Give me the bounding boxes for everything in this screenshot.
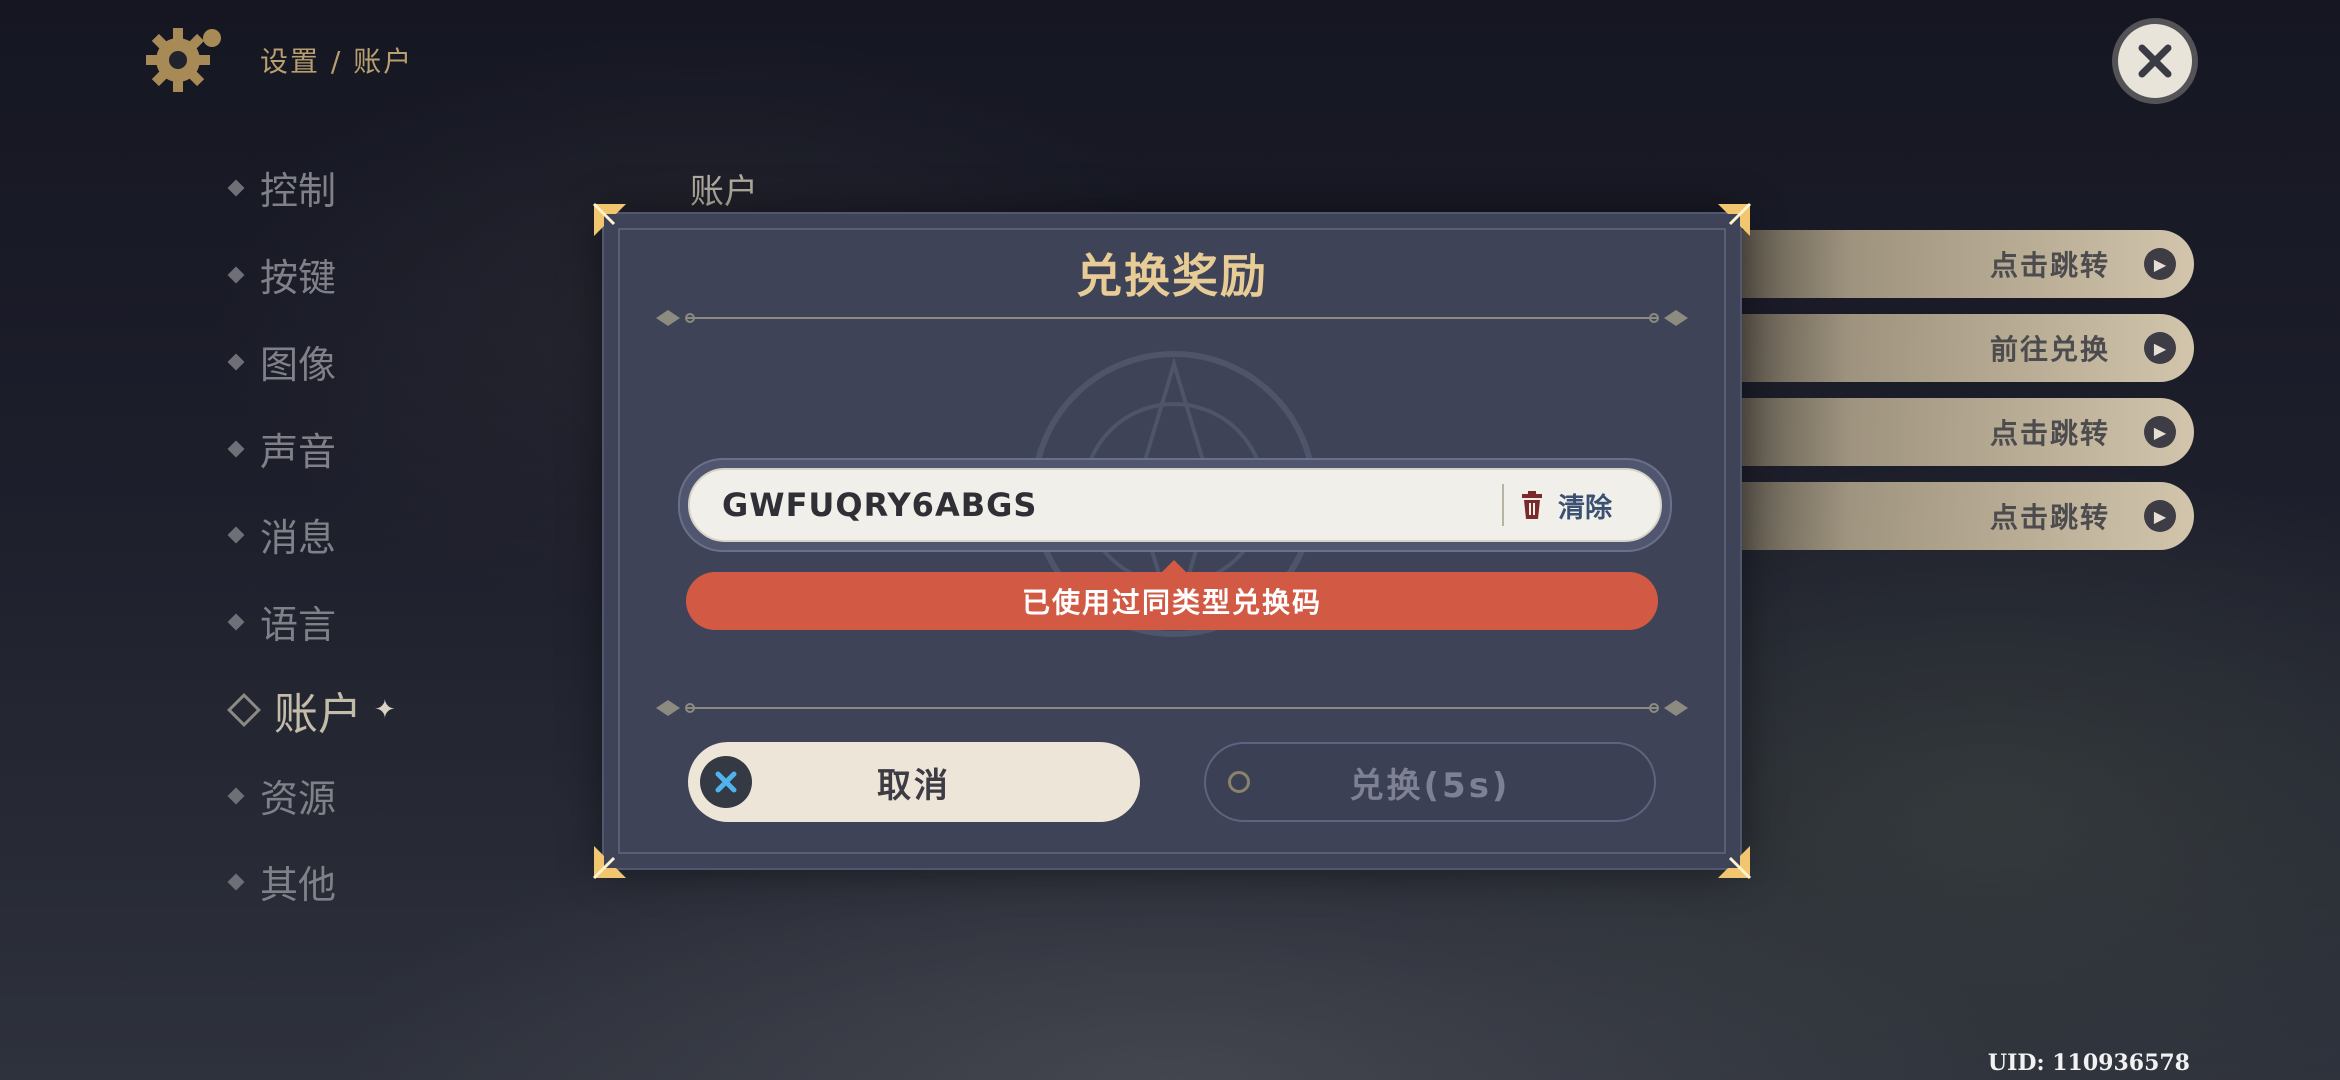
uid-label: UID: 110936578 xyxy=(1987,1050,2190,1076)
arrow-right-icon: ▶ xyxy=(2144,416,2176,448)
code-input-frame: GWFUQRY6ABGS 清除 xyxy=(678,458,1672,552)
sidebar-item-label: 其他 xyxy=(260,863,337,907)
link-button[interactable]: 点击跳转 ▶ xyxy=(1700,398,2194,466)
redeem-code-input[interactable]: GWFUQRY6ABGS 清除 xyxy=(688,468,1662,542)
link-button-label: 点击跳转 xyxy=(1990,501,2111,534)
dialog-title: 兑换奖励 xyxy=(1076,249,1268,303)
redeem-code-value: GWFUQRY6ABGS xyxy=(722,486,1038,524)
corner-ornament-icon xyxy=(1718,846,1752,880)
bullet-icon xyxy=(227,266,245,283)
breadcrumb: 设置 / 账户 xyxy=(260,45,414,78)
redeem-button[interactable]: 兑换(5s) xyxy=(1204,742,1656,822)
sidebar-item-label: 语言 xyxy=(260,603,337,647)
sidebar-item-graphics[interactable]: 图像 xyxy=(227,334,337,389)
cancel-button[interactable]: 取消 xyxy=(688,742,1140,822)
sidebar-item-other[interactable]: 其他 xyxy=(227,854,337,909)
redeem-dialog: 兑换奖励 GWFUQRY6ABGS 清除 已使用过同类型兑换码 取消 兑换(5s… xyxy=(592,202,1752,880)
sidebar-item-resources[interactable]: 资源 xyxy=(227,768,337,823)
sidebar-item-keybinds[interactable]: 按键 xyxy=(227,247,337,302)
redeem-label: 兑换(5s) xyxy=(1349,765,1511,806)
sidebar-item-label: 资源 xyxy=(260,777,337,821)
sidebar-item-label: 控制 xyxy=(260,169,337,213)
trash-icon xyxy=(1522,491,1542,519)
bullet-icon xyxy=(227,179,245,196)
bullet-icon xyxy=(227,353,245,370)
link-button-label: 点击跳转 xyxy=(1990,417,2111,450)
gear-icon[interactable] xyxy=(140,20,230,100)
sidebar-item-language[interactable]: 语言 xyxy=(227,594,337,649)
bullet-icon xyxy=(227,440,245,457)
sidebar-item-control[interactable]: 控制 xyxy=(227,160,337,215)
divider xyxy=(656,700,1688,716)
bullet-icon xyxy=(227,787,245,804)
corner-ornament-icon xyxy=(592,846,626,880)
bullet-icon xyxy=(227,613,245,630)
link-button[interactable]: 点击跳转 ▶ xyxy=(1700,482,2194,550)
link-button-label: 前往兑换 xyxy=(1990,333,2111,366)
bullet-icon xyxy=(227,526,245,543)
sidebar-item-label: 声音 xyxy=(260,430,337,474)
content-title: 账户 xyxy=(690,172,758,212)
close-button[interactable] xyxy=(2118,24,2192,98)
sparkle-icon: ✦ xyxy=(374,695,396,725)
sidebar-item-audio[interactable]: 声音 xyxy=(227,421,337,476)
cancel-x-icon xyxy=(700,756,752,808)
arrow-right-icon: ▶ xyxy=(2144,332,2176,364)
circle-icon xyxy=(1228,771,1250,793)
sidebar-item-label: 图像 xyxy=(260,343,337,387)
arrow-right-icon: ▶ xyxy=(2144,500,2176,532)
bullet-icon xyxy=(227,693,261,727)
link-button[interactable]: 点击跳转 ▶ xyxy=(1700,230,2194,298)
sidebar-item-label: 账户 xyxy=(274,689,362,740)
sidebar-item-account[interactable]: 账户 ✦ xyxy=(227,678,396,742)
clear-label: 清除 xyxy=(1558,492,1612,524)
sidebar-item-label: 消息 xyxy=(260,516,337,560)
corner-ornament-icon xyxy=(592,202,626,236)
input-separator xyxy=(1502,484,1504,526)
clear-button[interactable]: 清除 xyxy=(1520,470,1612,540)
bullet-icon xyxy=(227,873,245,890)
header: 设置 / 账户 xyxy=(140,20,413,100)
cancel-label: 取消 xyxy=(877,765,951,806)
link-button-label: 点击跳转 xyxy=(1990,249,2111,282)
sidebar-item-messages[interactable]: 消息 xyxy=(227,507,337,562)
error-message: 已使用过同类型兑换码 xyxy=(686,572,1658,630)
arrow-right-icon: ▶ xyxy=(2144,248,2176,280)
sidebar-item-label: 按键 xyxy=(260,256,337,300)
error-pointer xyxy=(1162,560,1186,572)
corner-ornament-icon xyxy=(1718,202,1752,236)
close-icon xyxy=(2138,44,2172,78)
divider xyxy=(656,310,1688,326)
redeem-link-button[interactable]: 前往兑换 ▶ xyxy=(1700,314,2194,382)
